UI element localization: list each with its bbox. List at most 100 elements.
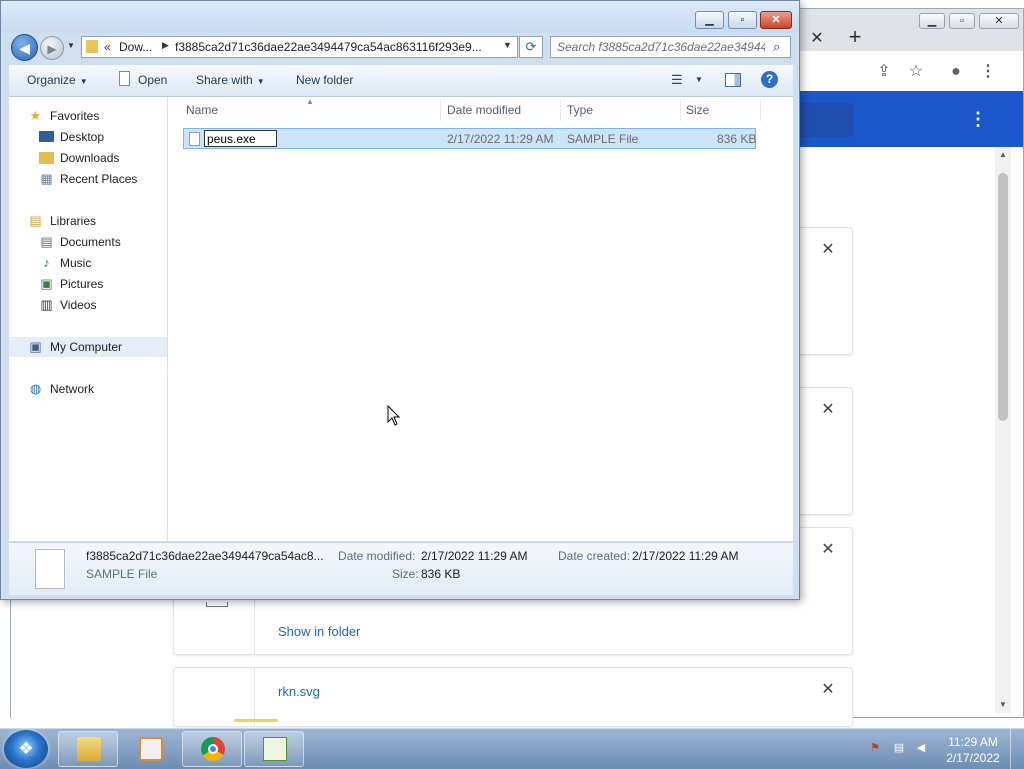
address-overflow-chevron[interactable]: «	[104, 40, 111, 54]
view-dropdown-icon[interactable]: ▼	[695, 75, 703, 84]
address-segment-downloads[interactable]: Dow...	[119, 40, 152, 54]
chrome-close-button[interactable]: ✕	[979, 13, 1019, 29]
column-divider[interactable]	[560, 99, 561, 121]
share-icon[interactable]: ⇪	[873, 61, 895, 83]
scroll-down-arrow-icon[interactable]: ▼	[995, 697, 1011, 713]
taskbar: ❖ ⚑ ▤ ◀ 11:29 AM 2/17/2022	[0, 728, 1024, 769]
back-button[interactable]: ◀	[11, 34, 38, 61]
nav-recent-places[interactable]: ▦ Recent Places	[9, 169, 167, 189]
remove-download-icon[interactable]: ✕	[820, 402, 836, 418]
details-date-modified-label: Date modified:	[338, 549, 416, 563]
file-row[interactable]: 2/17/2022 11:29 AM SAMPLE File 836 KB	[183, 128, 756, 149]
search-icon[interactable]: ⌕	[773, 39, 780, 55]
nav-favorites[interactable]: ★ Favorites	[9, 106, 167, 126]
column-header-date-modified[interactable]: Date modified	[447, 103, 521, 117]
organize-button[interactable]: Organize ▼	[27, 73, 88, 87]
open-file-icon[interactable]	[119, 71, 130, 86]
chrome-center-icon	[208, 744, 218, 754]
taskbar-notepad[interactable]	[244, 731, 304, 767]
start-button[interactable]: ❖	[4, 730, 48, 768]
share-with-label: Share with	[196, 73, 253, 87]
preview-pane-icon[interactable]	[725, 73, 741, 87]
remove-download-icon[interactable]: ✕	[820, 242, 836, 258]
nav-downloads[interactable]: Downloads	[9, 148, 167, 168]
minimize-button[interactable]: ▁	[695, 11, 724, 29]
chrome-menu-icon[interactable]: ⋮	[977, 61, 999, 83]
remove-download-icon[interactable]: ✕	[820, 542, 836, 558]
nav-videos[interactable]: ▥ Videos	[9, 295, 167, 315]
taskbar-media-player[interactable]	[120, 731, 180, 767]
recent-pages-dropdown-icon[interactable]: ▼	[67, 41, 77, 53]
column-header-name[interactable]: Name	[186, 103, 218, 117]
profile-icon[interactable]: ●	[945, 61, 967, 83]
column-header-type[interactable]: Type	[567, 103, 593, 117]
remove-download-icon[interactable]: ✕	[820, 682, 836, 698]
scroll-thumb[interactable]	[998, 173, 1008, 421]
volume-icon[interactable]: ◀	[914, 741, 928, 755]
download-card: ✕ rkn.svg	[173, 667, 853, 727]
nav-label: Pictures	[60, 277, 104, 291]
address-bar[interactable]: « Dow... ▶ f3885ca2d71c36dae22ae3494479c…	[81, 36, 518, 58]
column-header-size[interactable]: Size	[686, 103, 709, 117]
share-with-button[interactable]: Share with ▼	[196, 73, 265, 87]
folder-icon	[86, 40, 98, 53]
videos-icon: ▥	[40, 297, 53, 312]
nav-desktop[interactable]: Desktop	[9, 127, 167, 147]
tab-close-icon[interactable]: ✕	[807, 29, 827, 49]
downloads-menu-icon[interactable]: ⋮	[969, 107, 987, 131]
folder-icon	[77, 737, 101, 761]
search-downloads-box[interactable]	[799, 103, 853, 137]
address-segment-folder[interactable]: f3885ca2d71c36dae22ae3494479ca54ac863116…	[175, 40, 482, 54]
action-center-icon[interactable]: ⚑	[868, 741, 882, 755]
windows-logo-icon: ❖	[18, 739, 34, 758]
chrome-scrollbar[interactable]: ▲ ▼	[995, 147, 1011, 713]
show-in-folder-link[interactable]: Show in folder	[278, 624, 360, 639]
media-player-icon	[139, 737, 163, 761]
taskbar-chrome[interactable]	[182, 731, 242, 767]
refresh-icon[interactable]: ⟳	[519, 36, 543, 58]
help-icon[interactable]: ?	[761, 71, 778, 88]
new-tab-button[interactable]: +	[843, 25, 867, 49]
nav-music[interactable]: ♪ Music	[9, 253, 167, 273]
search-box[interactable]: Search f3885ca2d71c36dae22ae34944... ⌕	[550, 36, 791, 58]
nav-libraries[interactable]: ▤ Libraries	[9, 211, 167, 231]
change-view-icon[interactable]: ☰	[671, 72, 687, 88]
download-filename-link[interactable]: rkn.svg	[278, 684, 320, 699]
bookmark-star-icon[interactable]: ☆	[905, 61, 927, 83]
nav-documents[interactable]: ▤ Documents	[9, 232, 167, 252]
show-desktop-button[interactable]	[1010, 729, 1024, 769]
file-list: ▲ Name Date modified Type Size 2/17/2022…	[168, 97, 793, 541]
column-divider[interactable]	[680, 99, 681, 121]
forward-button[interactable]: ▶	[40, 36, 64, 60]
clock-date[interactable]: 2/17/2022	[940, 751, 1006, 765]
nav-network[interactable]: ◍ Network	[9, 379, 167, 399]
clock-time[interactable]: 11:29 AM	[940, 735, 1006, 749]
new-folder-button[interactable]: New folder	[296, 73, 353, 87]
nav-pictures[interactable]: ▣ Pictures	[9, 274, 167, 294]
file-type: SAMPLE File	[567, 132, 639, 146]
details-size-value: 836 KB	[421, 567, 461, 581]
address-dropdown-icon[interactable]: ▼	[503, 40, 512, 50]
open-button[interactable]: Open	[138, 73, 167, 87]
nav-label: Network	[50, 382, 95, 396]
file-icon	[206, 602, 228, 607]
address-separator-icon[interactable]: ▶	[162, 40, 169, 51]
chrome-minimize-button[interactable]: ▁	[919, 13, 945, 29]
explorer-window: ▁ ▫ ✕ ◀ ▶ ▼ « Dow... ▶ f3885ca2d71c36dae…	[0, 0, 800, 600]
scroll-up-arrow-icon[interactable]: ▲	[995, 147, 1011, 163]
close-button[interactable]: ✕	[760, 11, 792, 29]
network-status-icon[interactable]: ▤	[892, 741, 906, 755]
rename-input[interactable]	[204, 130, 277, 147]
chevron-down-icon: ▼	[256, 77, 265, 86]
search-input[interactable]: Search f3885ca2d71c36dae22ae34944...	[557, 40, 765, 54]
nav-my-computer[interactable]: ▣ My Computer	[9, 337, 167, 357]
active-window-indicator	[234, 719, 278, 722]
taskbar-explorer[interactable]	[58, 731, 118, 767]
nav-label: Libraries	[50, 214, 97, 228]
chrome-maximize-button[interactable]: ▫	[949, 13, 975, 29]
maximize-button[interactable]: ▫	[728, 11, 757, 29]
nav-label: Favorites	[50, 109, 100, 123]
column-divider[interactable]	[760, 99, 761, 121]
column-divider[interactable]	[440, 99, 441, 121]
details-date-created-value: 2/17/2022 11:29 AM	[632, 549, 739, 563]
